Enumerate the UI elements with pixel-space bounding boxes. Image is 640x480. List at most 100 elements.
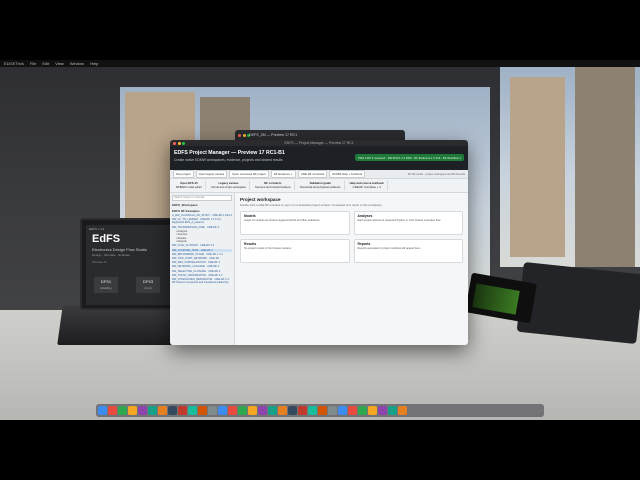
- binder: [516, 261, 640, 345]
- calendar-icon[interactable]: [178, 406, 187, 415]
- ribbon-open-efs[interactable]: Open EFS-15 RFBAM model editor: [173, 181, 206, 190]
- close-icon[interactable]: [173, 141, 176, 145]
- chrome-icon[interactable]: [338, 406, 347, 415]
- finder-icon[interactable]: [98, 406, 107, 415]
- ribbon-rf-contracts[interactable]: RF contracts Sources and transformations: [252, 181, 295, 190]
- sidebar-search-input[interactable]: Search project or example: [172, 195, 232, 201]
- rf-contracts-button[interactable]: CRE-RF Contracts: [298, 170, 328, 178]
- music-icon[interactable]: [218, 406, 227, 415]
- open-recovered-project-button[interactable]: Open recovered RF project: [229, 170, 269, 178]
- edfs-header: EDFS v.4.3: [89, 227, 105, 231]
- word-icon[interactable]: [308, 406, 317, 415]
- card-results[interactable]: Results No project results in this browse…: [240, 239, 350, 263]
- sidebar-example-item[interactable]: RW_SELECTIVE_CLOSURE · CRE-RF 4: [172, 270, 232, 273]
- card-reports[interactable]: Reports Reports generated in project wind…: [353, 239, 463, 263]
- sidebar-example-item[interactable]: RW_ATTENUATED_RESONATOR · CRE-RF 2 4 · R…: [172, 278, 232, 284]
- edfs-tile-2[interactable]: DFS3: [136, 277, 160, 293]
- card-desc: Graph v3 models use shared registered bl…: [244, 219, 321, 222]
- app-store-icon[interactable]: [258, 406, 267, 415]
- tv-icon[interactable]: [238, 406, 247, 415]
- reminders-icon[interactable]: [198, 406, 207, 415]
- app-subtitle: Create native EDMW workspaces, evidence,…: [174, 158, 283, 162]
- page-title: Project workspace: [240, 197, 281, 202]
- window-controls: [173, 141, 185, 145]
- new-project-button[interactable]: New project: [173, 170, 194, 178]
- card-models[interactable]: Models Graph v3 models use shared registe…: [240, 211, 350, 235]
- ribbon-sub: Numerical and physical evidence: [299, 184, 341, 189]
- edfs-tile-2-label: Circuit: [144, 287, 152, 290]
- menubar-item[interactable]: Window: [70, 61, 84, 66]
- maps-icon[interactable]: [148, 406, 157, 415]
- menubar-item[interactable]: File: [30, 61, 36, 66]
- menubar-item[interactable]: EDGETrick: [4, 61, 24, 66]
- sidebar-example-item[interactable]: A_RW_CLASSICAL_PA_STUDY · CRE-RF 1 Part …: [172, 214, 232, 217]
- photos-icon[interactable]: [158, 406, 167, 415]
- card-title: Models: [244, 214, 256, 218]
- sidebar-subitem[interactable]: • Reports: [172, 240, 232, 243]
- edfs-icon[interactable]: [388, 406, 397, 415]
- messages-icon[interactable]: [128, 406, 137, 415]
- sidebar-group-workspace[interactable]: EDFS_Workspace: [172, 203, 232, 207]
- minimize-icon[interactable]: [177, 141, 181, 145]
- back-window-title: DEFS_2M — Preview 17 RC1: [249, 133, 298, 137]
- sidebar-example-item[interactable]: RW_RES_NORMALIZATION · CRE-RF 3: [172, 261, 232, 264]
- window-body: Search project or example EDFS_Workspace…: [170, 193, 468, 345]
- app-header: EDFS Project Manager — Preview 17 RC1-B1…: [170, 146, 468, 170]
- menubar-item[interactable]: View: [55, 61, 64, 66]
- sidebar-example-item[interactable]: RW_NETWORK_CASCADE · CRE-RF 4: [172, 265, 232, 268]
- facetime-icon[interactable]: [168, 406, 177, 415]
- close-icon[interactable]: [238, 133, 241, 137]
- trash-icon[interactable]: [398, 406, 407, 415]
- sidebar-example-item[interactable]: RW_LCAV_AUTOTAP · CRE-RF 3 5: [172, 244, 232, 247]
- slack-icon[interactable]: [358, 406, 367, 415]
- sidebar-example-item[interactable]: RW_STATIC_INFORMATION · CRE-RF 3 4: [172, 274, 232, 277]
- vscode-icon[interactable]: [288, 406, 297, 415]
- building-right: [510, 77, 565, 257]
- card-desc: No project results in this browser sessi…: [244, 247, 292, 250]
- excel-icon[interactable]: [318, 406, 327, 415]
- main-panel: Project workspace Double-click a CRE-RF …: [235, 193, 468, 345]
- page-subtitle: Double-click a CRE-RF example to open it…: [240, 203, 383, 207]
- zoom-icon[interactable]: [368, 406, 377, 415]
- open-legacy-canvas-button[interactable]: Open legacy canvas: [195, 170, 228, 178]
- edfs-tile-1[interactable]: DFS1: [94, 277, 118, 293]
- ribbon-validation-guide[interactable]: Validation guide Numerical and physical e…: [297, 181, 345, 190]
- ribbon-legacy-canvas[interactable]: Legacy canvas Circuit and script workspac…: [208, 181, 250, 190]
- teams-icon[interactable]: [378, 406, 387, 415]
- edfs-tile-1-label: Modelling: [100, 287, 112, 290]
- ribbon-sub: Circuit and script workspace: [210, 184, 246, 189]
- rf-evidence-button[interactable]: RF Evidence ✓: [270, 170, 296, 178]
- powerpoint-icon[interactable]: [328, 406, 337, 415]
- card-title: Reports: [357, 242, 371, 246]
- sidebar-item-list: A_RW_CLASSICAL_PA_STUDY · CRE-RF 1 Part …: [172, 214, 232, 284]
- zoom-icon[interactable]: [182, 141, 185, 145]
- news-icon[interactable]: [248, 406, 257, 415]
- toolbar: New project Open legacy canvas Open reco…: [170, 170, 468, 179]
- sidebar-example-item[interactable]: RW_LC_TN_LADDER · CRE-RF 1 4 4 C4 · Supp…: [172, 218, 232, 224]
- help-textbook-button[interactable]: RCMW Help + Textbook: [329, 170, 366, 178]
- card-analyses[interactable]: Analyses Each project selects its request…: [353, 211, 463, 235]
- project-manager-window: EDFS — Project Manager — Preview 17 RC1 …: [170, 140, 468, 345]
- sidebar-example-item[interactable]: RW_TRANSMISSION_LINE · CRE-RF 3: [172, 226, 232, 229]
- sidebar-example-item[interactable]: RW_TWO_PORT_NETWORK · CRE-RF: [172, 257, 232, 260]
- terminal-icon[interactable]: [278, 406, 287, 415]
- sidebar-example-item[interactable]: RW_COUPLED_TANK · CRE-RF 3: [172, 248, 232, 252]
- toolbar-status: RF 99 results · project workspace and RF…: [407, 172, 465, 176]
- settings-icon[interactable]: [268, 406, 277, 415]
- notes-icon[interactable]: [208, 406, 217, 415]
- firefox-icon[interactable]: [348, 406, 357, 415]
- minimize-icon[interactable]: [242, 133, 246, 137]
- menubar-item[interactable]: Help: [90, 61, 98, 66]
- sidebar-group-examples[interactable]: EDFS RF Examples: [172, 209, 232, 213]
- sidebar-example-item[interactable]: RW_BROADBAND_PLANE · CRE-RF 1 4 4: [172, 253, 232, 256]
- edfs-subtitle: Design · Simulate · Evaluate: [92, 253, 131, 257]
- ki-icon[interactable]: [298, 406, 307, 415]
- dock: [96, 404, 544, 417]
- contacts-icon[interactable]: [188, 406, 197, 415]
- ribbon-help-textbook[interactable]: Help and course textbook CRE-RF Complete …: [347, 181, 388, 190]
- menubar-item[interactable]: Edit: [42, 61, 49, 66]
- mail-icon[interactable]: [138, 406, 147, 415]
- safari-icon[interactable]: [118, 406, 127, 415]
- launchpad-icon[interactable]: [108, 406, 117, 415]
- podcasts-icon[interactable]: [228, 406, 237, 415]
